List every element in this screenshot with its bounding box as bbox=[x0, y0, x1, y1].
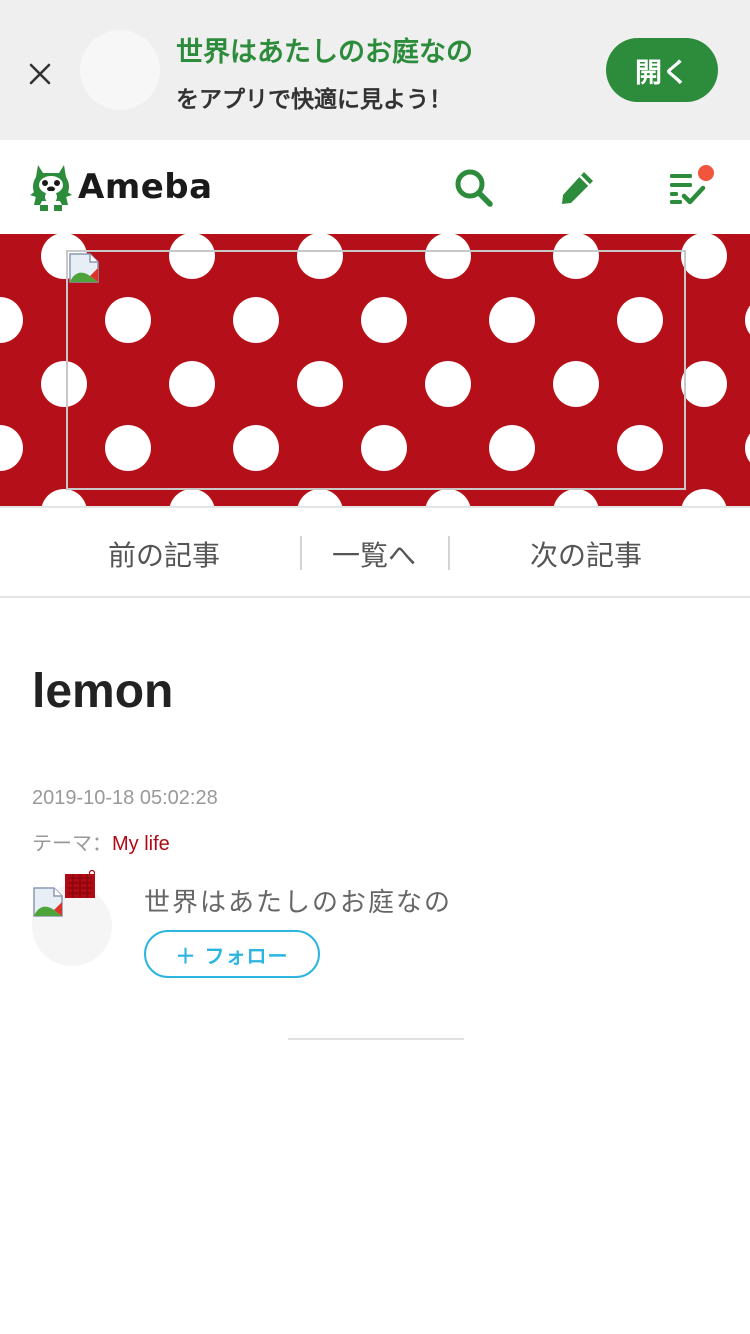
notification-badge bbox=[698, 165, 714, 181]
banner-blog-avatar bbox=[80, 30, 160, 110]
site-header: Ameba bbox=[0, 140, 750, 234]
theme-link[interactable]: My life bbox=[112, 833, 170, 855]
banner-blog-name: 世界はあたしのお庭なの bbox=[176, 37, 473, 68]
nav-separator bbox=[300, 536, 302, 570]
theme-label: テーマ： bbox=[32, 833, 112, 855]
edit-pencil-icon[interactable] bbox=[556, 166, 600, 210]
content-divider bbox=[288, 1038, 464, 1040]
search-icon[interactable] bbox=[452, 166, 496, 210]
nav-separator bbox=[448, 536, 450, 570]
entry-theme: テーマ：My life bbox=[32, 827, 170, 856]
ameba-mascot-icon bbox=[30, 165, 72, 211]
broken-image-icon bbox=[69, 253, 99, 283]
next-article-link[interactable]: 次の記事 bbox=[530, 534, 642, 574]
entry-title: lemon bbox=[32, 665, 174, 718]
article-list-link[interactable]: 一覧へ bbox=[332, 534, 416, 574]
author-stamp-icon bbox=[65, 870, 96, 898]
logo-wordmark: Ameba bbox=[78, 167, 213, 207]
banner-subtitle: をアプリで快適に見よう！ bbox=[176, 87, 452, 113]
article-navigation: 前の記事 一覧へ 次の記事 bbox=[0, 506, 750, 598]
author-name[interactable]: 世界はあたしのお庭なの bbox=[144, 882, 452, 919]
broken-image-icon bbox=[33, 887, 63, 917]
ameba-logo[interactable]: Ameba bbox=[30, 160, 213, 214]
app-install-banner: 世界はあたしのお庭なの をアプリで快適に見よう！ 開く bbox=[0, 0, 750, 140]
close-icon bbox=[29, 63, 51, 85]
open-app-button[interactable]: 開く bbox=[606, 38, 718, 102]
entry-date: 2019-10-18 05:02:28 bbox=[32, 787, 218, 809]
blog-header-broken-image bbox=[66, 250, 686, 490]
follow-button[interactable]: ＋ フォロー bbox=[144, 930, 320, 978]
prev-article-link[interactable]: 前の記事 bbox=[108, 534, 220, 574]
close-banner-button[interactable] bbox=[22, 56, 58, 92]
blog-header-image[interactable] bbox=[0, 234, 750, 506]
